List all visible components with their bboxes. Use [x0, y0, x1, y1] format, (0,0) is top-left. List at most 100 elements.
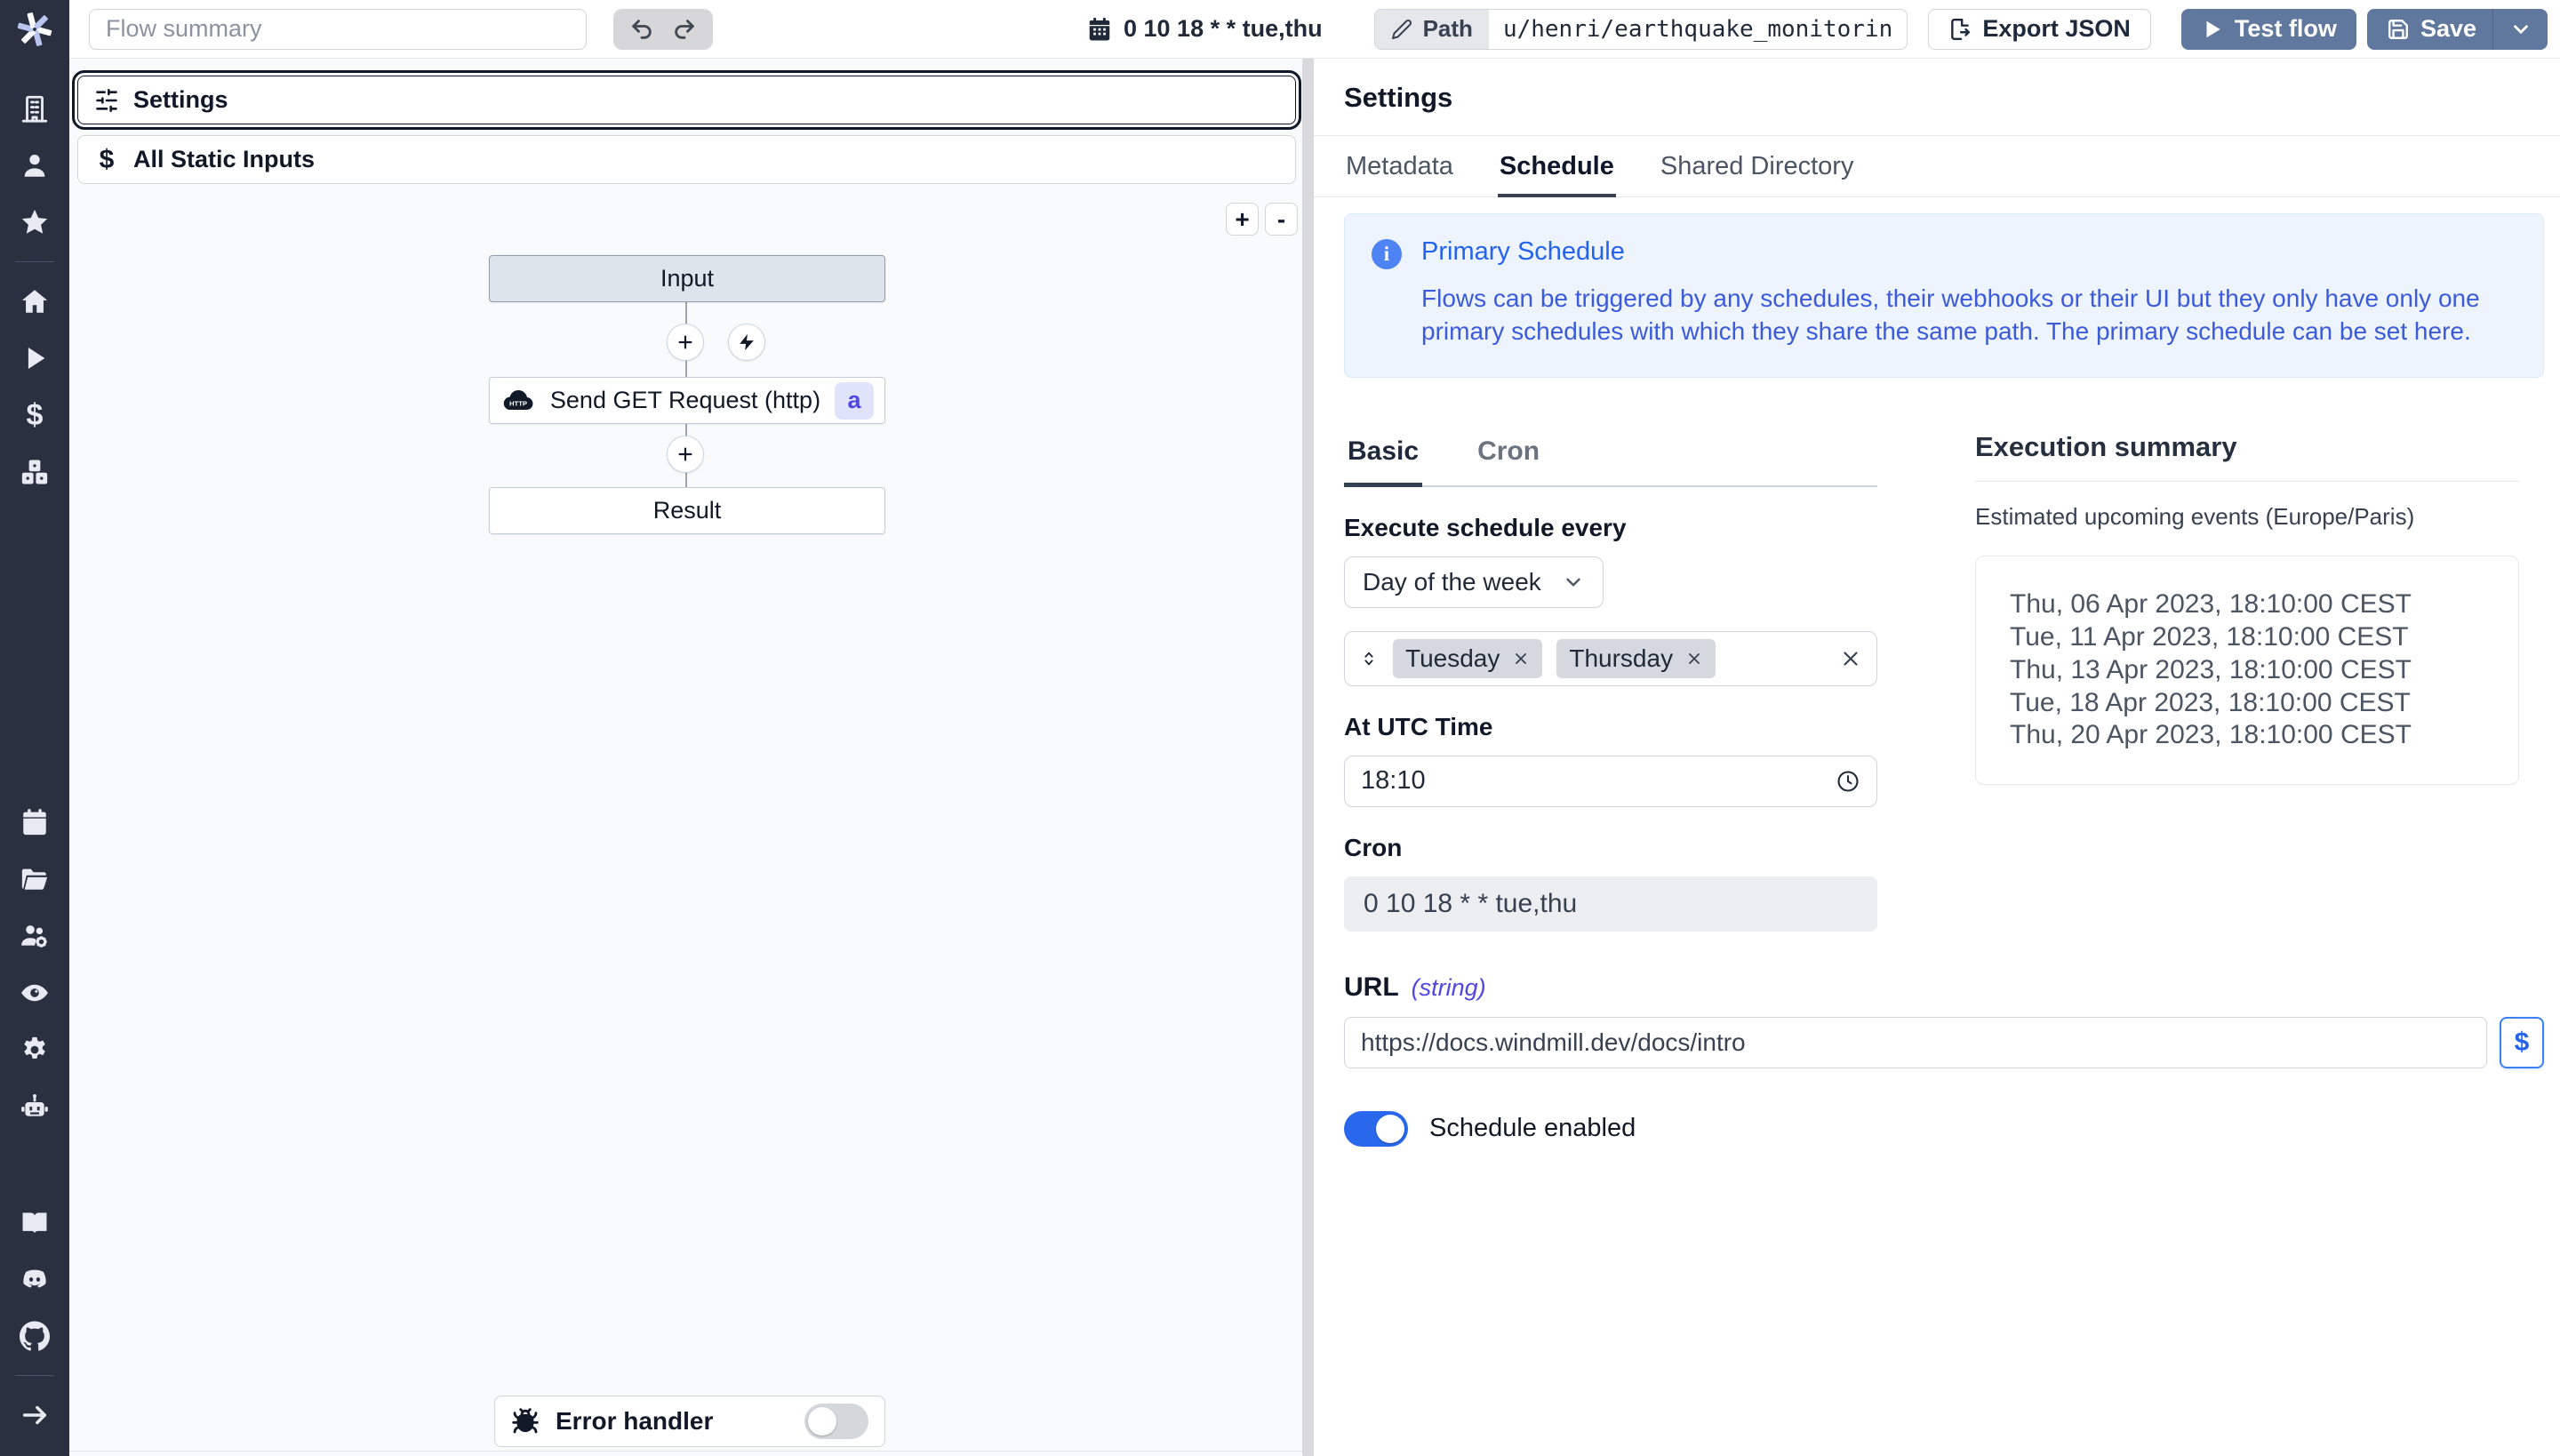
- event-line: Thu, 06 Apr 2023, 18:10:00 CEST: [2010, 588, 2500, 621]
- unfold-icon[interactable]: [1359, 649, 1379, 668]
- tab-metadata[interactable]: Metadata: [1344, 136, 1455, 197]
- subtab-basic[interactable]: Basic: [1344, 431, 1422, 487]
- insert-step-button[interactable]: [667, 436, 704, 473]
- windmill-logo-icon[interactable]: [14, 9, 55, 50]
- docs-book-icon[interactable]: [18, 1205, 52, 1239]
- utc-time-input[interactable]: [1361, 766, 1836, 796]
- sidebar: $: [0, 0, 69, 1456]
- http-step-title: Send GET Request (http): [536, 387, 835, 414]
- zoom-out-button[interactable]: -: [1265, 203, 1298, 236]
- save-button[interactable]: Save: [2367, 9, 2492, 50]
- folders-icon[interactable]: [18, 862, 52, 896]
- content-row: Settings $ All Static Inputs + - Input: [69, 59, 2560, 1456]
- settings-gear-icon[interactable]: [18, 1033, 52, 1067]
- schedule-enabled-row: Schedule enabled: [1344, 1111, 2544, 1147]
- sidebar-divider: [15, 261, 54, 262]
- settings-panel: Settings Metadata Schedule Shared Direct…: [1314, 59, 2560, 1456]
- panel-resize-scrollbar[interactable]: [1302, 59, 1314, 1456]
- home-icon[interactable]: [18, 284, 52, 318]
- path-group: Path u/henri/earthquake_monitorin: [1374, 9, 1908, 50]
- url-label: URL (string): [1344, 972, 2544, 1003]
- primary-schedule-info-box: i Primary Schedule Flows can be triggere…: [1344, 213, 2544, 378]
- tab-shared-directory[interactable]: Shared Directory: [1659, 136, 1856, 197]
- frequency-select[interactable]: Day of the week: [1344, 556, 1604, 608]
- app-window: $: [0, 0, 2560, 1456]
- flow-settings-button[interactable]: Settings: [77, 76, 1296, 124]
- file-export-icon: [1948, 18, 1972, 41]
- save-split-button: Save: [2367, 9, 2548, 50]
- workspace-building-icon[interactable]: [18, 92, 52, 125]
- test-flow-button[interactable]: Test flow: [2181, 9, 2356, 50]
- sliders-icon: [94, 88, 119, 113]
- play-icon: [2201, 18, 2224, 41]
- pencil-icon: [1391, 19, 1412, 40]
- execution-summary-column: Execution summary Estimated upcoming eve…: [1975, 431, 2519, 932]
- audit-eye-icon[interactable]: [18, 976, 52, 1010]
- workers-robot-icon[interactable]: [18, 1090, 52, 1124]
- summary-divider: [1975, 481, 2519, 482]
- schedule-columns: Basic Cron Execute schedule every Day of…: [1344, 431, 2544, 932]
- zoom-in-button[interactable]: +: [1226, 203, 1259, 236]
- panel-title: Settings: [1344, 82, 2544, 114]
- url-input[interactable]: [1344, 1017, 2487, 1068]
- info-content: Primary Schedule Flows can be triggered …: [1421, 237, 2508, 348]
- github-icon[interactable]: [18, 1319, 52, 1353]
- input-node[interactable]: Input: [489, 255, 885, 302]
- user-icon[interactable]: [18, 148, 52, 182]
- export-json-button[interactable]: Export JSON: [1928, 9, 2151, 50]
- day-chip-tuesday[interactable]: Tuesday: [1393, 639, 1542, 678]
- info-title: Primary Schedule: [1421, 237, 2508, 267]
- variable-picker-button[interactable]: $: [2500, 1017, 2544, 1068]
- error-handler-toggle[interactable]: [804, 1404, 868, 1439]
- schedules-calendar-icon[interactable]: [18, 805, 52, 839]
- dollar-icon: $: [94, 145, 119, 175]
- variables-dollar-icon[interactable]: $: [18, 398, 52, 432]
- redo-button[interactable]: [663, 11, 706, 48]
- undo-button[interactable]: [620, 11, 663, 48]
- tab-schedule[interactable]: Schedule: [1498, 136, 1616, 197]
- flow-path-value[interactable]: u/henri/earthquake_monitorin: [1489, 10, 1907, 49]
- collapse-arrow-icon[interactable]: [18, 1398, 52, 1432]
- flow-summary-input[interactable]: [89, 9, 587, 50]
- result-node[interactable]: Result: [489, 487, 885, 534]
- event-line: Tue, 11 Apr 2023, 18:10:00 CEST: [2010, 621, 2500, 654]
- toggle-knob: [808, 1407, 836, 1436]
- sidebar-divider-bottom: [15, 1375, 54, 1376]
- weekday-multiselect[interactable]: Tuesday Thursday: [1344, 631, 1877, 686]
- utc-time-label: At UTC Time: [1344, 713, 1877, 741]
- toggle-knob: [1376, 1115, 1404, 1143]
- undo-redo-group: [613, 9, 713, 50]
- schedule-mode-tabs: Basic Cron: [1344, 431, 1877, 487]
- clear-selection-icon[interactable]: [1839, 647, 1862, 670]
- flow-canvas: Settings $ All Static Inputs + - Input: [69, 59, 1302, 1456]
- runs-play-icon[interactable]: [18, 341, 52, 375]
- clock-icon[interactable]: [1836, 769, 1860, 794]
- plus-icon: [676, 444, 695, 464]
- primary-schedule-summary: 0 10 18 * * tue,thu: [1086, 15, 1323, 43]
- groups-users-gear-icon[interactable]: [18, 919, 52, 953]
- upcoming-events-box: Thu, 06 Apr 2023, 18:10:00 CEST Tue, 11 …: [1975, 556, 2519, 785]
- remove-chip-icon[interactable]: [1512, 650, 1530, 668]
- resources-cubes-icon[interactable]: [18, 455, 52, 489]
- url-section: URL (string) $: [1344, 972, 2544, 1068]
- insert-step-button[interactable]: [667, 324, 704, 361]
- topbar-actions: Export JSON Test flow Save: [1928, 9, 2548, 50]
- subtab-cron[interactable]: Cron: [1474, 431, 1543, 487]
- remove-chip-icon[interactable]: [1685, 650, 1703, 668]
- url-type-annotation: (string): [1412, 974, 1486, 1002]
- all-static-inputs-button[interactable]: $ All Static Inputs: [77, 135, 1296, 184]
- day-chip-thursday[interactable]: Thursday: [1556, 639, 1716, 678]
- info-body: Flows can be triggered by any schedules,…: [1421, 283, 2508, 348]
- discord-icon[interactable]: [18, 1262, 52, 1296]
- svg-text:HTTP: HTTP: [509, 399, 527, 407]
- event-line: Thu, 13 Apr 2023, 18:10:00 CEST: [2010, 654, 2500, 687]
- chevron-down-icon: [2509, 18, 2532, 41]
- star-icon[interactable]: [18, 205, 52, 239]
- url-input-row: $: [1344, 1017, 2544, 1068]
- edit-path-button[interactable]: Path: [1375, 10, 1489, 49]
- schedule-enabled-toggle[interactable]: [1344, 1111, 1408, 1147]
- save-dropdown-caret[interactable]: [2492, 9, 2548, 50]
- trigger-zap-button[interactable]: [728, 324, 765, 361]
- error-handler-node[interactable]: Error handler: [494, 1396, 885, 1447]
- http-step-node[interactable]: HTTP Send GET Request (http) a: [489, 377, 885, 424]
